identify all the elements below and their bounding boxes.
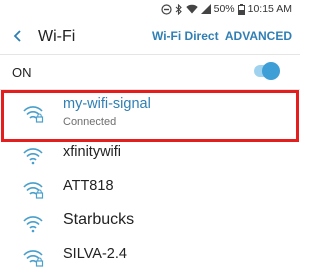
do-not-disturb-icon: [161, 3, 172, 15]
network-name: SILVA-2.4: [63, 246, 127, 262]
network-status: Connected: [63, 116, 117, 128]
network-item-xfinitywifi[interactable]: xfinitywifi: [0, 141, 300, 173]
status-bar: 50% 10:15 AM: [0, 0, 300, 18]
wifi-icon: [23, 148, 43, 165]
battery-icon: [237, 3, 245, 15]
toggle-knob: [262, 62, 280, 80]
wifi-direct-button[interactable]: Wi-Fi Direct: [152, 29, 219, 43]
back-button[interactable]: [8, 26, 28, 46]
network-name: xfinitywifi: [63, 144, 122, 160]
network-name: my-wifi-signal: [63, 96, 151, 112]
app-bar: Wi-Fi Wi-Fi Direct ADVANCED: [0, 18, 300, 54]
divider: [0, 89, 300, 90]
wifi-toggle-switch[interactable]: [252, 62, 280, 80]
wifi-secured-icon: [23, 106, 44, 123]
signal-icon: [200, 4, 211, 14]
wifi-icon: [185, 4, 198, 14]
advanced-button[interactable]: ADVANCED: [225, 29, 292, 43]
chevron-left-icon: [13, 30, 21, 42]
wifi-toggle-label: ON: [12, 65, 32, 80]
battery-percent: 50%: [213, 3, 235, 15]
wifi-secured-icon: [23, 250, 44, 267]
clock: 10:15 AM: [247, 3, 292, 15]
network-item-starbucks[interactable]: Starbucks: [0, 209, 300, 241]
page-title: Wi-Fi: [38, 28, 76, 45]
network-item-silva-2-4[interactable]: SILVA-2.4: [0, 243, 300, 275]
bluetooth-icon: [175, 3, 182, 15]
wifi-toggle-row[interactable]: ON: [0, 56, 300, 88]
network-name: ATT818: [63, 178, 114, 194]
wifi-secured-icon: [23, 182, 44, 199]
status-icons: 50% 10:15 AM: [161, 3, 292, 15]
wifi-icon: [23, 216, 43, 233]
divider: [0, 54, 300, 55]
network-item-my-wifi-signal[interactable]: my-wifi-signal Connected: [0, 94, 300, 138]
network-name: Starbucks: [63, 211, 135, 228]
network-item-att818[interactable]: ATT818: [0, 175, 300, 207]
